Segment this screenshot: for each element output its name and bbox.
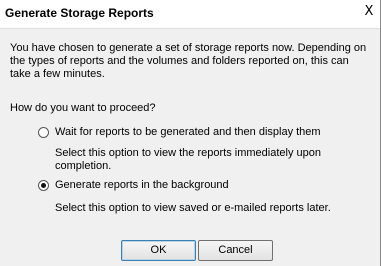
window-title: Generate Storage Reports (5, 6, 154, 20)
option-background-description: Select this option to view saved or e-ma… (55, 202, 331, 214)
close-icon[interactable]: X (362, 4, 376, 20)
option-wait-description: Select this option to view the reports i… (55, 147, 321, 172)
cancel-button[interactable]: Cancel (198, 240, 273, 261)
radio-selected-dot (41, 183, 46, 188)
dialog-window: Generate Storage Reports X You have chos… (0, 0, 381, 266)
radio-generate-background[interactable] (38, 180, 49, 191)
ok-button[interactable]: OK (121, 240, 196, 261)
intro-text: You have chosen to generate a set of sto… (10, 42, 367, 80)
dialog-content: You have chosen to generate a set of sto… (0, 29, 380, 266)
option-wait-label[interactable]: Wait for reports to be generated and the… (55, 126, 321, 139)
option-background-label[interactable]: Generate reports in the background (55, 179, 229, 192)
question-text: How do you want to proceed? (10, 102, 156, 114)
radio-wait-for-reports[interactable] (38, 127, 49, 138)
title-bar[interactable]: Generate Storage Reports X (0, 0, 380, 28)
